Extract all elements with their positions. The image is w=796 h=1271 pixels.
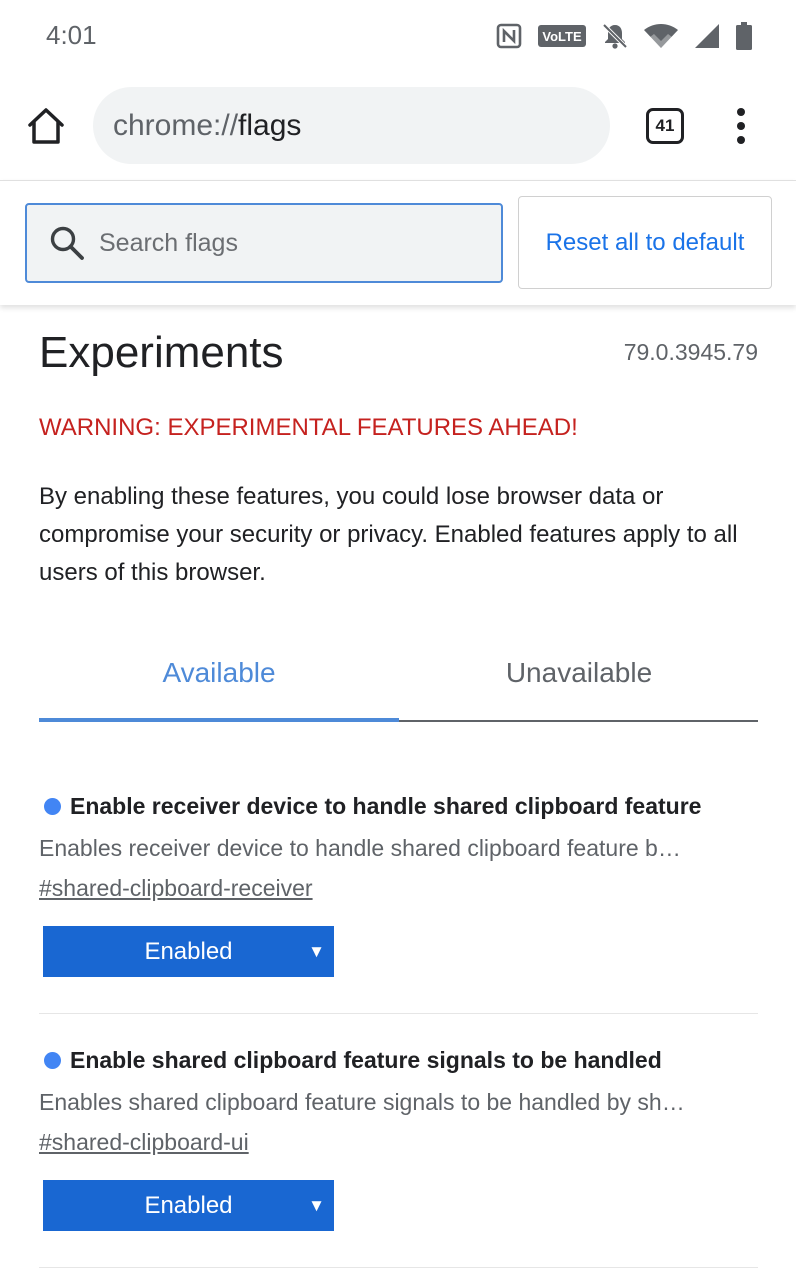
tab-switcher-button[interactable]: 41 — [646, 108, 684, 144]
divider — [39, 1013, 758, 1014]
experiment-item: Enable shared clipboard feature signals … — [39, 1040, 758, 1231]
battery-icon — [736, 22, 752, 50]
experiment-description: Enables receiver device to handle shared… — [39, 835, 681, 861]
experiment-enabled-dot-icon — [44, 1051, 61, 1069]
experiment-description: Enables shared clipboard feature signals… — [39, 1089, 685, 1115]
svg-text:VoLTE: VoLTE — [542, 29, 582, 44]
experiment-title: Enable receiver device to handle shared … — [70, 792, 702, 819]
experiment-enabled-dot-icon — [44, 797, 61, 815]
omnibox[interactable]: chrome://flags — [93, 87, 610, 164]
experiment-item: Enable receiver device to handle shared … — [39, 786, 758, 977]
experiment-state-select[interactable]: Enabled ▼ — [43, 1180, 334, 1231]
status-time: 4:01 — [46, 20, 97, 50]
experiment-title-row: Enable receiver device to handle shared … — [39, 786, 758, 826]
experiment-state-value: Enabled — [144, 1192, 233, 1219]
status-icons: VoLTE — [496, 20, 752, 52]
tab-unavailable[interactable]: Unavailable — [399, 640, 759, 720]
menu-dot-icon — [737, 108, 745, 116]
notifications-off-icon — [602, 23, 628, 49]
url-scheme: chrome:// — [113, 108, 239, 142]
flags-search-header: Reset all to default — [0, 180, 796, 305]
menu-dot-icon — [737, 136, 745, 144]
home-button[interactable] — [22, 102, 70, 150]
tab-selected-indicator — [39, 718, 399, 722]
experiment-permalink[interactable]: #shared-clipboard-receiver — [39, 870, 313, 906]
version-label: 79.0.3945.79 — [623, 339, 758, 365]
tab-bar: Available Unavailable — [39, 640, 758, 722]
experiment-title: Enable shared clipboard feature signals … — [70, 1046, 662, 1073]
tab-available[interactable]: Available — [39, 640, 399, 720]
volte-icon: VoLTE — [538, 25, 586, 47]
dropdown-arrow-icon: ▼ — [308, 1196, 325, 1215]
warning-text: WARNING: EXPERIMENTAL FEATURES AHEAD! — [39, 414, 578, 441]
home-icon — [28, 108, 64, 144]
intro-text: By enabling these features, you could lo… — [39, 483, 738, 586]
nfc-icon — [496, 23, 522, 49]
menu-dot-icon — [737, 122, 745, 130]
reset-all-button[interactable]: Reset all to default — [518, 196, 772, 289]
experiment-state-value: Enabled — [144, 938, 233, 965]
browser-toolbar: chrome://flags 41 — [0, 72, 796, 180]
experiment-title-row: Enable shared clipboard feature signals … — [39, 1040, 758, 1080]
dropdown-arrow-icon: ▼ — [308, 942, 325, 961]
signal-icon — [695, 24, 719, 48]
page-title: Experiments — [39, 328, 284, 377]
status-bar: 4:01 VoLTE — [0, 0, 796, 72]
search-icon — [50, 226, 84, 260]
divider — [39, 1267, 758, 1268]
url-host: flags — [238, 108, 302, 142]
overflow-menu-button[interactable] — [724, 104, 758, 148]
experiment-state-select[interactable]: Enabled ▼ — [43, 926, 334, 977]
search-input[interactable] — [99, 228, 479, 258]
experiment-permalink[interactable]: #shared-clipboard-ui — [39, 1124, 249, 1160]
search-box[interactable] — [25, 203, 503, 283]
wifi-icon — [644, 24, 678, 48]
